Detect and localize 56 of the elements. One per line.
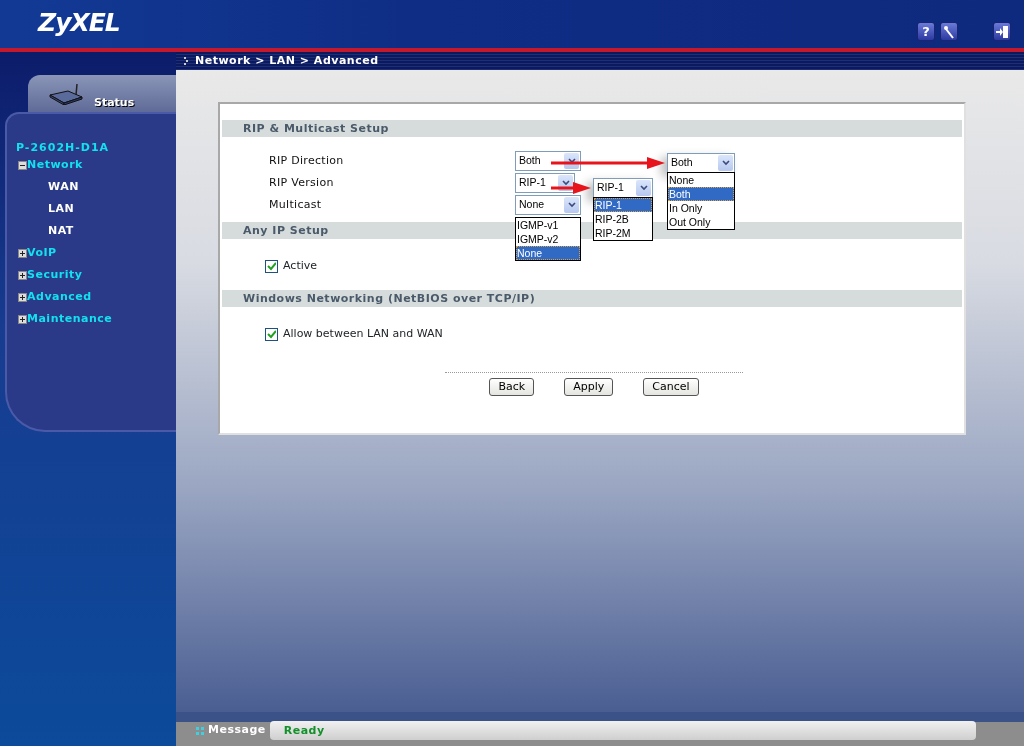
- plus-box-icon[interactable]: [18, 270, 27, 280]
- check-icon: [267, 329, 276, 339]
- menu-item[interactable]: Maintenance: [27, 310, 113, 328]
- device-name: P-2602H-D1A: [16, 140, 110, 156]
- checkbox-label: Allow between LAN and WAN: [283, 325, 443, 342]
- dropdown-option[interactable]: In Only: [668, 201, 734, 215]
- wand-icon: [942, 24, 956, 39]
- dropdown-option[interactable]: None: [668, 173, 734, 187]
- chevron-down-icon: [721, 160, 730, 166]
- arrow-bullet-icon: [184, 57, 190, 65]
- menu-item[interactable]: Advanced: [27, 288, 92, 306]
- dropdown-option[interactable]: Both: [668, 187, 734, 201]
- dropdown-field[interactable]: Both: [515, 151, 581, 171]
- plus-box-icon[interactable]: [18, 248, 27, 258]
- router-icon: [48, 83, 84, 105]
- dropdown-option[interactable]: None: [516, 246, 580, 260]
- minus-box-icon[interactable]: [18, 160, 27, 170]
- chevron-down-icon: [561, 180, 570, 186]
- plus-box-icon[interactable]: [18, 314, 27, 324]
- field-label: RIP Version: [269, 174, 335, 191]
- submenu-item[interactable]: WAN: [48, 178, 79, 196]
- chevron-down-icon: [567, 158, 576, 164]
- chevron-down-icon: [567, 202, 576, 208]
- field-label: Multicast: [269, 196, 323, 213]
- cancel-button[interactable]: Cancel: [643, 378, 699, 396]
- dropdown-option[interactable]: RIP-1: [594, 198, 652, 212]
- help-button[interactable]: ?: [917, 22, 935, 41]
- breadcrumb: Network > LAN > Advanced: [195, 52, 379, 69]
- check-icon: [267, 261, 276, 271]
- menu-item[interactable]: VoIP: [27, 244, 57, 262]
- exit-door-icon: [995, 24, 1009, 39]
- logout-button[interactable]: [993, 22, 1011, 41]
- dropdown-field[interactable]: RIP-1: [593, 178, 653, 198]
- dots-icon: [196, 726, 204, 735]
- logo-text: ZyXEL: [38, 8, 120, 37]
- section-header: RIP & Multicast Setup: [222, 120, 962, 137]
- submenu-item[interactable]: NAT: [48, 222, 74, 240]
- dropdown-field[interactable]: Both: [667, 153, 735, 173]
- arrow-pointer: [551, 182, 591, 194]
- back-button[interactable]: Back: [489, 378, 535, 396]
- message-label: Message: [208, 722, 266, 739]
- menu-item[interactable]: Security: [27, 266, 83, 284]
- section-header: Windows Networking (NetBIOS over TCP/IP): [222, 290, 962, 307]
- dropdown-field[interactable]: None: [515, 195, 581, 215]
- apply-button[interactable]: Apply: [564, 378, 614, 396]
- chevron-down-icon: [639, 185, 648, 191]
- submenu-item[interactable]: LAN: [48, 200, 75, 218]
- checkbox-label: Active: [283, 257, 318, 274]
- plus-box-icon[interactable]: [18, 292, 27, 302]
- menu-item[interactable]: Network: [27, 156, 83, 174]
- checkbox[interactable]: [265, 259, 278, 273]
- message-field: Ready: [269, 721, 976, 740]
- dropdown-option[interactable]: RIP-2M: [594, 226, 652, 240]
- checkbox[interactable]: [265, 327, 278, 341]
- wizard-button[interactable]: [940, 22, 958, 41]
- field-label: RIP Direction: [269, 152, 345, 169]
